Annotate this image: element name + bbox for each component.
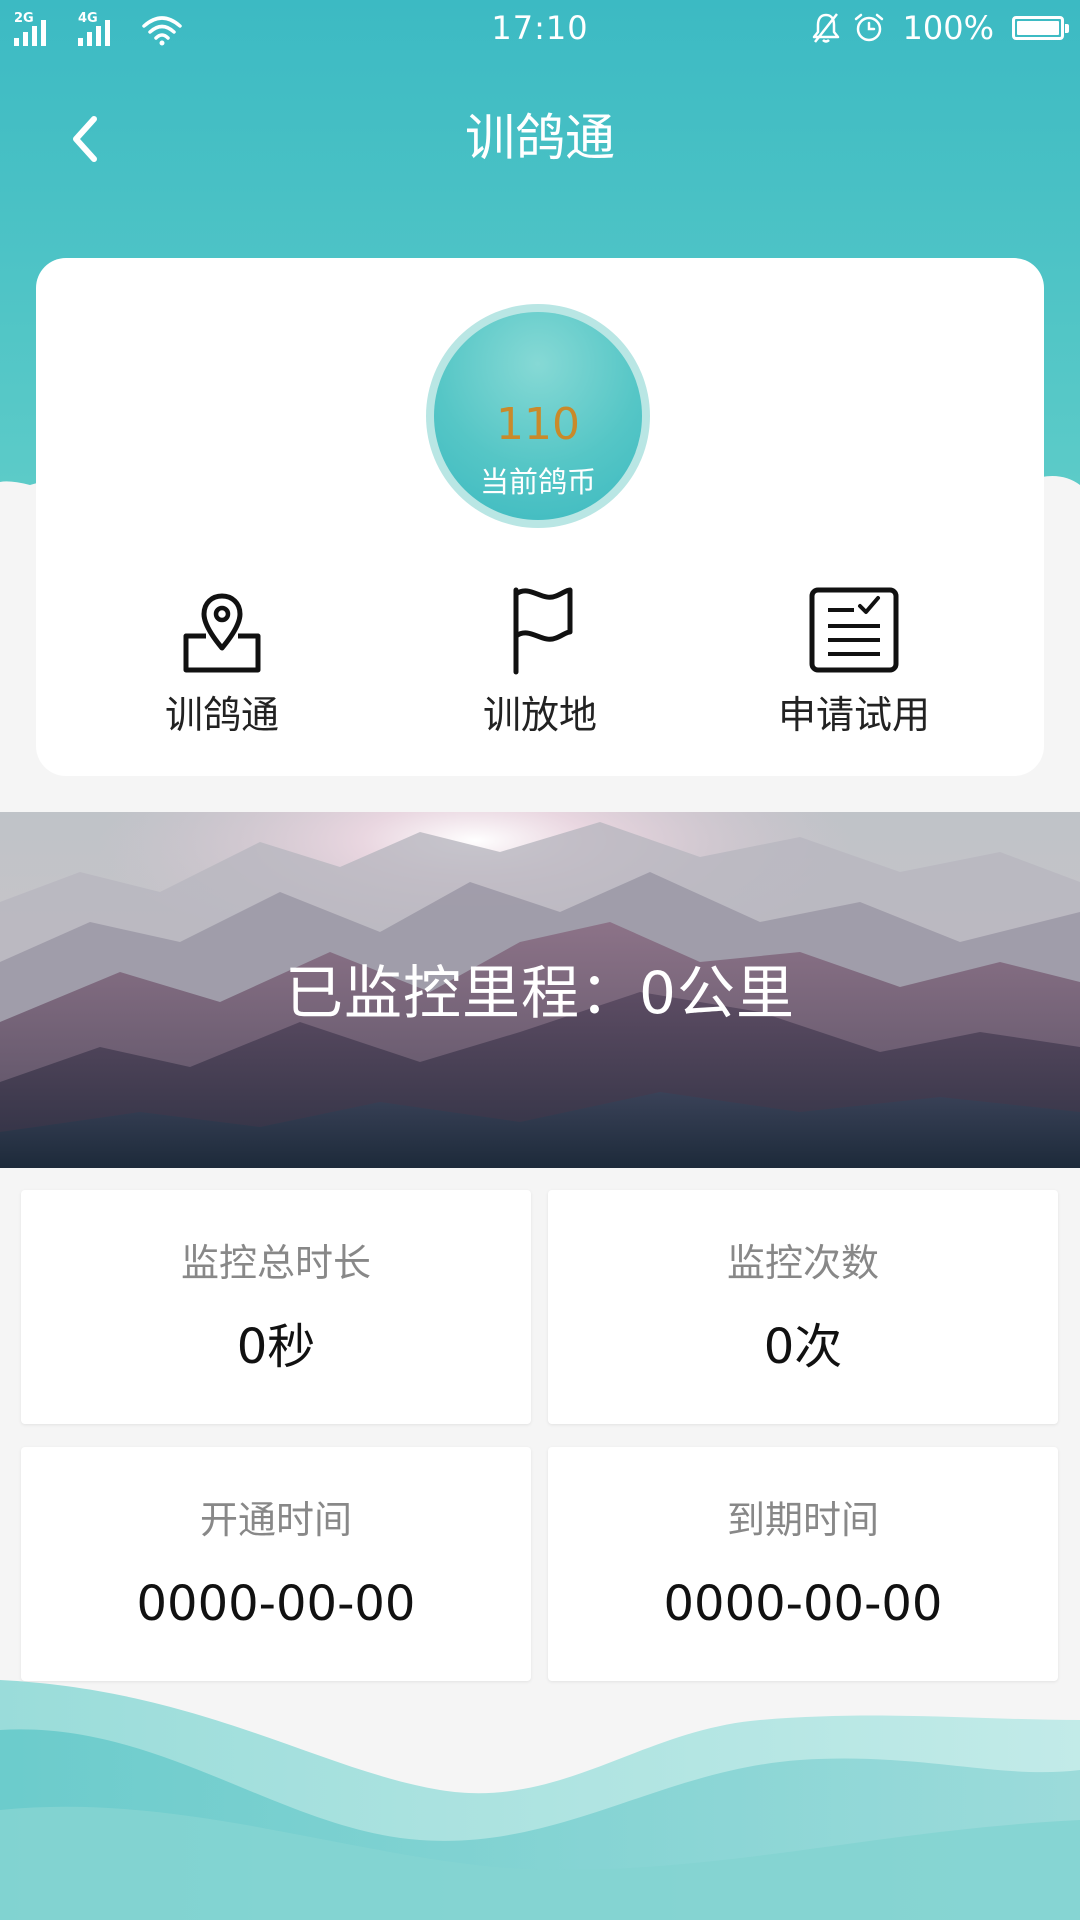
flag-icon xyxy=(513,587,573,675)
alarm-icon xyxy=(854,13,883,42)
stat-label: 开通时间 xyxy=(199,1498,352,1542)
menu-item-apply-trial[interactable]: 申请试用 xyxy=(724,576,984,756)
menu-item-label: 训放地 xyxy=(482,693,597,737)
page-title: 训鸽通 xyxy=(465,109,615,167)
monitored-mileage-text: 已监控里程：0公里 xyxy=(285,959,795,1027)
mileage-banner: 已监控里程：0公里 xyxy=(0,812,1080,1168)
stat-card-expiry-date: 到期时间 0000-00-00 xyxy=(548,1447,1058,1681)
stat-label: 监控次数 xyxy=(726,1241,879,1285)
coin-badge-inner: 110 当前鸽币 xyxy=(434,312,642,520)
menu-item-xungetong[interactable]: 训鸽通 xyxy=(92,576,352,756)
bottom-wave-decoration xyxy=(0,1680,1080,1920)
document-check-icon xyxy=(809,587,899,673)
page: 2G 4G 17:10 100% 训鸽通 110 当前鸽币 训鸽通 训放地 申请… xyxy=(0,0,1080,1920)
stat-value: 0000-00-00 xyxy=(663,1576,943,1632)
stat-card-monitor-count: 监控次数 0次 xyxy=(548,1190,1058,1424)
stat-value: 0000-00-00 xyxy=(136,1576,416,1632)
menu-item-label: 申请试用 xyxy=(777,693,930,737)
coin-value: 110 xyxy=(496,399,580,450)
menu-item-training-site[interactable]: 训放地 xyxy=(410,576,670,756)
map-pin-icon xyxy=(183,593,261,673)
battery-percent: 100% xyxy=(902,9,994,47)
status-right-icons: 100% xyxy=(811,8,1069,48)
status-bar: 2G 4G 17:10 100% xyxy=(0,0,1080,56)
summary-card: 110 当前鸽币 训鸽通 训放地 申请试用 xyxy=(36,258,1044,776)
stat-label: 到期时间 xyxy=(726,1498,879,1542)
stat-value: 0秒 xyxy=(236,1319,316,1375)
nav-bar: 训鸽通 xyxy=(0,84,1080,194)
stat-card-activation-date: 开通时间 0000-00-00 xyxy=(21,1447,531,1681)
stat-card-total-duration: 监控总时长 0秒 xyxy=(21,1190,531,1424)
stat-value: 0次 xyxy=(763,1319,843,1375)
menu-row: 训鸽通 训放地 申请试用 xyxy=(36,576,1044,756)
coin-label: 当前鸽币 xyxy=(479,465,596,499)
battery-icon xyxy=(1012,16,1069,40)
stat-label: 监控总时长 xyxy=(180,1241,371,1285)
menu-item-label: 训鸽通 xyxy=(164,693,279,737)
coin-badge: 110 当前鸽币 xyxy=(426,304,650,528)
mute-bell-icon xyxy=(812,13,839,43)
